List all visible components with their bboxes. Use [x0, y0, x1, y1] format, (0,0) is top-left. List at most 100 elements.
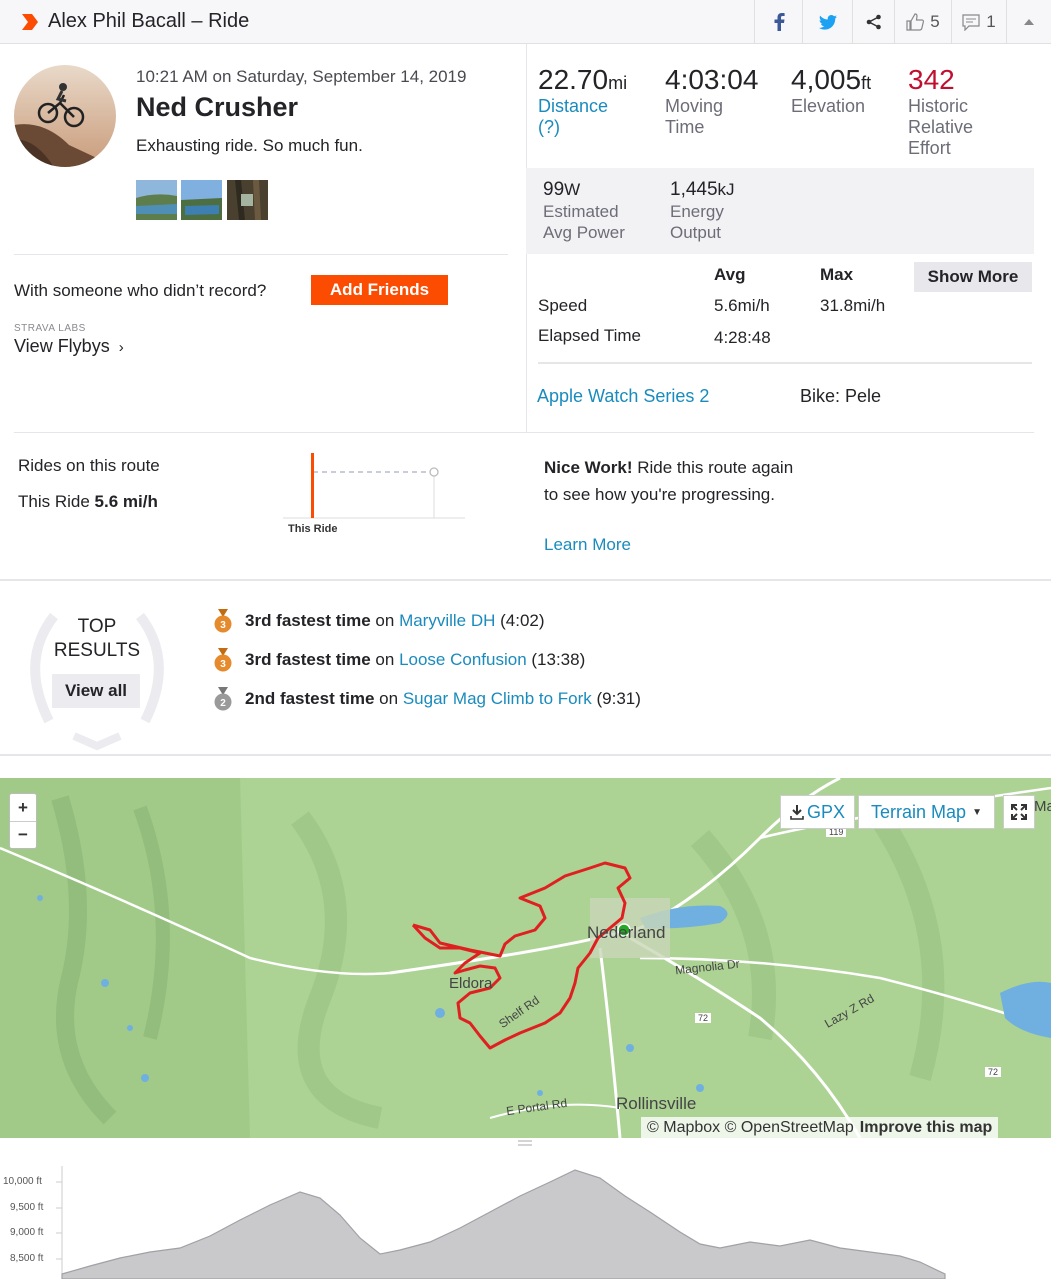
max-header: Max — [820, 265, 854, 284]
zoom-out-button[interactable]: − — [10, 821, 36, 848]
relative-effort-label: Historic Relative Effort — [908, 96, 974, 158]
speed-avg: 5.6mi/h — [714, 296, 770, 315]
gpx-download-button[interactable]: GPX — [780, 795, 855, 829]
caret-down-icon: ▼ — [972, 806, 982, 818]
twitter-share-button[interactable] — [802, 0, 852, 44]
nice-work-message: Nice Work! Ride this route again to see … — [544, 458, 794, 504]
this-ride-summary: This Ride 5.6 mi/h — [18, 492, 158, 511]
top-results-label-1: TOP — [77, 616, 117, 637]
gpx-label: GPX — [806, 801, 845, 822]
elapsed-time-label: Elapsed Time — [538, 326, 641, 345]
view-flybys-label: View Flybys — [14, 336, 110, 356]
header-actions: 5 1 — [754, 0, 1051, 44]
avatar-photo — [14, 65, 116, 167]
athlete-avatar[interactable] — [14, 65, 116, 167]
share-button[interactable] — [852, 0, 894, 44]
segment-link[interactable]: Loose Confusion — [399, 650, 527, 670]
route-title: Rides on this route — [18, 456, 160, 475]
map-label-hwy72: 72 — [985, 1067, 1002, 1077]
map-style-label: Terrain Map — [871, 801, 967, 822]
map-label-hwy72: 72 — [695, 1013, 712, 1023]
future-ride-point — [429, 467, 439, 477]
moving-time-label: Moving Time — [665, 96, 724, 137]
kudos-button[interactable]: 5 — [894, 0, 951, 44]
activity-name: Ned Crusher — [136, 92, 299, 122]
top-results-label-2: RESULTS — [53, 640, 141, 661]
page-title: Alex Phil Bacall – Ride — [48, 10, 250, 32]
svg-text:2: 2 — [220, 698, 226, 709]
divider — [14, 432, 1034, 433]
map-terrain — [0, 778, 1051, 1138]
photo-thumbnail[interactable] — [136, 180, 177, 220]
elapsed-time-avg: 4:28:48 — [714, 328, 771, 347]
map-label-nederland: Nederland — [587, 923, 666, 942]
strava-chevron-icon — [22, 14, 38, 30]
achievement-item: 3 3rd fastest time on Loose Confusion (1… — [213, 648, 585, 672]
photo-thumbnail[interactable] — [181, 180, 222, 220]
map-label-rollinsville: Rollinsville — [616, 1094, 697, 1113]
divider — [538, 362, 1032, 364]
osm-attribution-link[interactable]: © OpenStreetMap — [725, 1119, 854, 1137]
device-link[interactable]: Apple Watch Series 2 — [537, 386, 709, 407]
activity-datetime: 10:21 AM on Saturday, September 14, 2019 — [136, 67, 467, 86]
this-ride-axis-label: This Ride — [288, 523, 338, 535]
mapbox-attribution-link[interactable]: © Mapbox — [647, 1119, 720, 1137]
elevation-value: 4,005ft — [791, 64, 872, 95]
map-attribution: © Mapbox © OpenStreetMap Improve this map — [641, 1117, 999, 1139]
thumbs-up-icon — [906, 13, 925, 31]
collapse-button[interactable] — [1006, 0, 1051, 44]
distance-label[interactable]: Distance (?) — [538, 96, 618, 138]
map-label-edge: Ma — [1034, 798, 1051, 815]
elevation-tick: 9,000 ft — [10, 1227, 44, 1238]
this-ride-bar — [311, 453, 314, 518]
distance-value: 22.70mi — [538, 64, 628, 95]
fullscreen-button[interactable] — [1003, 795, 1035, 829]
learn-more-link[interactable]: Learn More — [544, 535, 631, 555]
divider — [0, 754, 1051, 756]
improve-map-link[interactable]: Improve this map — [860, 1119, 992, 1137]
view-all-button[interactable]: View all — [52, 674, 140, 708]
share-icon — [866, 14, 881, 30]
elevation-label: Elevation — [791, 96, 866, 116]
expand-icon — [1011, 804, 1027, 820]
speed-max: 31.8mi/h — [820, 296, 886, 315]
divider — [14, 254, 508, 255]
download-icon — [790, 804, 804, 820]
elevation-chart — [56, 1166, 946, 1279]
route-comparison-chart: This Ride — [283, 453, 465, 535]
show-more-button[interactable]: Show More — [914, 262, 1032, 292]
elevation-tick: 8,500 ft — [10, 1253, 44, 1264]
segment-link[interactable]: Maryville DH — [399, 611, 495, 631]
photo-thumbnail[interactable] — [227, 180, 268, 220]
route-map[interactable] — [0, 778, 1051, 1138]
view-flybys-link[interactable]: View Flybys › — [14, 336, 124, 357]
energy-value: 1,445kJ — [670, 179, 735, 200]
add-friends-button[interactable]: Add Friends — [311, 275, 448, 305]
avg-power-label: Estimated Avg Power — [543, 202, 625, 242]
zoom-control: + − — [9, 793, 37, 849]
strava-labs-label: STRAVA LABS — [14, 323, 86, 334]
twitter-icon — [818, 14, 837, 30]
laurel-wreath-icon — [30, 612, 164, 751]
elevation-tick: 10,000 ft — [3, 1176, 42, 1187]
segment-link[interactable]: Sugar Mag Climb to Fork — [403, 689, 592, 709]
map-style-dropdown[interactable]: Terrain Map ▼ — [858, 795, 995, 829]
avg-header: Avg — [714, 265, 746, 284]
achievement-item: 2 2nd fastest time on Sugar Mag Climb to… — [213, 687, 641, 711]
comment-icon — [962, 13, 980, 31]
avg-power-value: 99W — [543, 179, 581, 200]
svg-text:3: 3 — [220, 620, 226, 631]
energy-label: Energy Output — [670, 202, 724, 242]
activity-header: Alex Phil Bacall – Ride 5 1 — [0, 0, 1051, 44]
elevation-profile[interactable]: 10,000 ft 9,500 ft 9,000 ft 8,500 ft — [0, 1160, 1051, 1279]
divider — [0, 579, 1051, 581]
kudos-count: 5 — [930, 12, 940, 31]
bronze-medal-icon: 3 — [214, 648, 232, 672]
activity-description: Exhausting ride. So much fun. — [136, 136, 363, 155]
zoom-in-button[interactable]: + — [10, 794, 36, 821]
comments-count: 1 — [986, 12, 996, 31]
facebook-share-button[interactable] — [754, 0, 802, 44]
resize-handle-icon[interactable] — [518, 1140, 532, 1146]
comments-button[interactable]: 1 — [951, 0, 1006, 44]
silver-medal-icon: 2 — [214, 687, 232, 711]
